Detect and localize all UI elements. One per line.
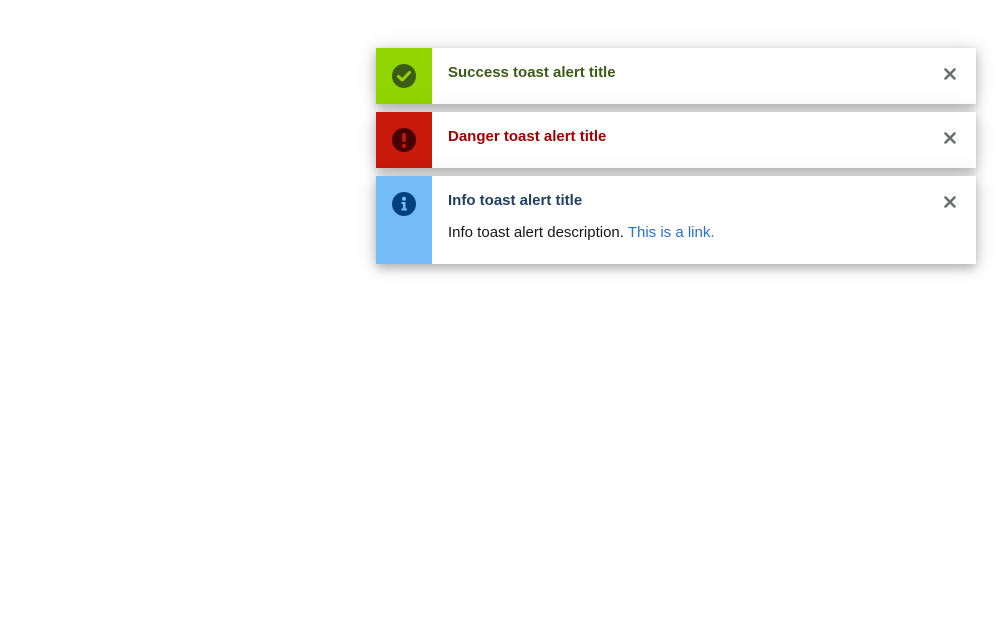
check-circle-icon [392,64,416,93]
success-close-button[interactable] [938,66,962,86]
success-alert-title: Success toast alert title [448,64,616,81]
info-toast-alert: Info toast alert title Info toast alert … [376,176,976,264]
success-toast-alert: Success toast alert title [376,48,976,104]
danger-alert-title: Danger toast alert title [448,128,607,145]
close-icon [944,67,956,85]
danger-toast-alert: Danger toast alert title [376,112,976,168]
info-alert-description: Info toast alert description. This is a … [448,222,960,244]
danger-close-button[interactable] [938,130,962,150]
info-icon-column [376,176,432,264]
info-description-link[interactable]: This is a link. [628,224,715,241]
info-close-button[interactable] [938,194,962,214]
close-icon [944,131,956,149]
info-circle-icon [392,192,416,221]
danger-icon-column [376,112,432,168]
danger-alert-body: Danger toast alert title [432,112,976,168]
toast-alert-group: Success toast alert title Danger toast a… [376,48,976,272]
success-icon-column [376,48,432,104]
info-alert-title: Info toast alert title [448,192,583,209]
info-alert-body: Info toast alert title Info toast alert … [432,176,976,264]
close-icon [944,195,956,213]
info-description-text: Info toast alert description. [448,224,628,241]
exclamation-circle-icon [392,128,416,157]
success-alert-body: Success toast alert title [432,48,976,104]
